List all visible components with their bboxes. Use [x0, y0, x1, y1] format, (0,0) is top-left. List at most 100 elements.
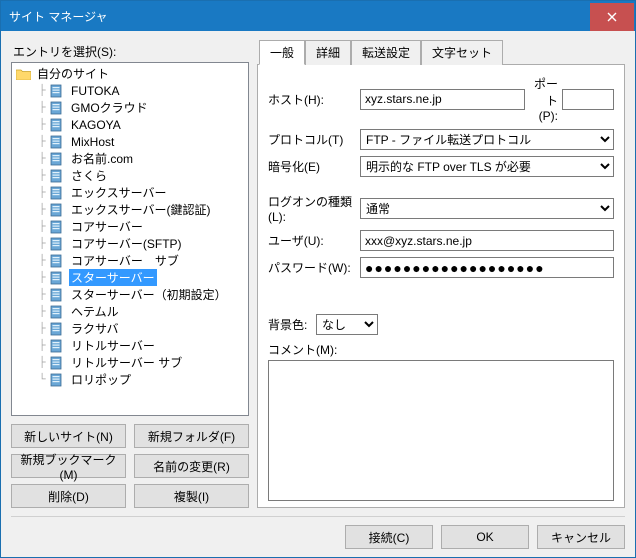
encryption-label: 暗号化(E) [268, 158, 360, 175]
tree-branch-icon: ├ [34, 204, 50, 215]
tree-branch-icon: ├ [34, 272, 50, 283]
tab-general[interactable]: 一般 [259, 40, 305, 65]
protocol-select[interactable]: FTP - ファイル転送プロトコル [360, 129, 614, 150]
tree-branch-icon: ├ [34, 170, 50, 181]
logon-type-label: ログオンの種類(L): [268, 193, 360, 224]
tree-branch-icon: ├ [34, 306, 50, 317]
server-icon [50, 237, 66, 251]
tab-transfer[interactable]: 転送設定 [351, 40, 421, 65]
tree-branch-icon: ├ [34, 238, 50, 249]
tree-branch-icon: ├ [34, 357, 50, 368]
server-icon [50, 203, 66, 217]
tree-site-item[interactable]: ├MixHost [12, 133, 248, 150]
user-input[interactable] [360, 230, 614, 251]
tree-site-label: エックスサーバー [69, 184, 169, 201]
tree-site-item[interactable]: ├コアサーバー サブ [12, 252, 248, 269]
tree-site-item[interactable]: ├ FUTOKA [12, 82, 248, 99]
password-input[interactable]: ●●●●●●●●●●●●●●●●●●● [360, 257, 614, 278]
duplicate-button[interactable]: 複製(I) [134, 484, 249, 508]
ok-button[interactable]: OK [441, 525, 529, 549]
tree-site-item[interactable]: ├コアサーバー(SFTP) [12, 235, 248, 252]
server-icon [50, 322, 66, 336]
password-label: パスワード(W): [268, 259, 360, 276]
tree-branch-icon: ├ [34, 153, 50, 164]
server-icon [50, 220, 66, 234]
comment-textarea[interactable] [268, 360, 614, 501]
titlebar: サイト マネージャ [1, 1, 635, 31]
tree-site-label: GMOクラウド [69, 99, 150, 116]
server-icon [50, 373, 66, 387]
cancel-button[interactable]: キャンセル [537, 525, 625, 549]
close-button[interactable] [590, 3, 634, 31]
logon-type-select[interactable]: 通常 [360, 198, 614, 219]
tree-site-label: リトルサーバー [69, 337, 157, 354]
bgcolor-label: 背景色: [268, 316, 316, 333]
tree-site-item[interactable]: ├リトルサーバー サブ [12, 354, 248, 371]
tab-advanced[interactable]: 詳細 [305, 40, 351, 65]
host-input[interactable] [360, 89, 525, 110]
tree-branch-icon: ├ [34, 255, 50, 266]
tree-branch-icon: ├ [34, 119, 50, 130]
new-bookmark-button[interactable]: 新規ブックマーク(M) [11, 454, 126, 478]
tree-branch-icon: ├ [34, 340, 50, 351]
folder-icon [16, 68, 32, 80]
tree-branch-icon: ├ [34, 136, 50, 147]
tree-branch-icon: ├ [34, 102, 50, 113]
tab-charset[interactable]: 文字セット [421, 40, 503, 65]
tree-site-item[interactable]: ├ エックスサーバー [12, 184, 248, 201]
tree-site-label: ヘテムル [69, 303, 121, 320]
tree-site-item[interactable]: └ロリポップ [12, 371, 248, 388]
tab-bar: 一般 詳細 転送設定 文字セット [259, 39, 625, 64]
tree-site-label: コアサーバー [69, 218, 145, 235]
port-label: ポート(P): [531, 75, 562, 123]
tree-site-label: FUTOKA [69, 84, 121, 98]
tree-site-label: さくら [69, 167, 109, 184]
tree-site-item[interactable]: ├ コアサーバー [12, 218, 248, 235]
server-icon [50, 118, 66, 132]
rename-button[interactable]: 名前の変更(R) [134, 454, 249, 478]
tree-site-label: お名前.com [69, 150, 135, 167]
tree-root-label: 自分のサイト [35, 65, 111, 82]
tree-site-label: スターサーバー（初期設定） [69, 286, 229, 303]
general-panel: ホスト(H): ポート(P): プロトコル(T) FTP - ファイル転送プロト… [257, 64, 625, 508]
tree-site-label: KAGOYA [69, 118, 123, 132]
tree-site-item[interactable]: ├スターサーバー [12, 269, 248, 286]
server-icon [50, 169, 66, 183]
bgcolor-select[interactable]: なし [316, 314, 378, 335]
tree-branch-icon: ├ [34, 289, 50, 300]
server-icon [50, 186, 66, 200]
site-tree[interactable]: 自分のサイト├FUTOKA├GMOクラウド├KAGOYA├MixHost├お名前… [11, 62, 249, 416]
server-icon [50, 84, 66, 98]
left-pane: エントリを選択(S): 自分のサイト├FUTOKA├GMOクラウド├KAGOYA… [11, 39, 249, 508]
tree-site-item[interactable]: ├ GMOクラウド [12, 99, 248, 116]
tree-site-item[interactable]: ├ さくら [12, 167, 248, 184]
tree-site-item[interactable]: ├ラクサバ [12, 320, 248, 337]
tree-site-item[interactable]: ├ エックスサーバー(鍵認証) [12, 201, 248, 218]
tree-site-item[interactable]: ├ リトルサーバー [12, 337, 248, 354]
site-manager-window: サイト マネージャ エントリを選択(S): 自分のサイト├FUTOKA├GMOク… [0, 0, 636, 558]
new-folder-button[interactable]: 新規フォルダ(F) [134, 424, 249, 448]
new-site-button[interactable]: 新しいサイト(N) [11, 424, 126, 448]
tree-branch-icon: └ [34, 374, 50, 385]
port-input[interactable] [562, 89, 614, 110]
delete-button[interactable]: 削除(D) [11, 484, 126, 508]
tree-site-item[interactable]: ├ ヘテムル [12, 303, 248, 320]
protocol-label: プロトコル(T) [268, 131, 360, 148]
server-icon [50, 271, 66, 285]
encryption-select[interactable]: 明示的な FTP over TLS が必要 [360, 156, 614, 177]
server-icon [50, 135, 66, 149]
tree-site-item[interactable]: ├ お名前.com [12, 150, 248, 167]
server-icon [50, 356, 66, 370]
server-icon [50, 101, 66, 115]
server-icon [50, 152, 66, 166]
tree-root[interactable]: 自分のサイト [12, 65, 248, 82]
tree-branch-icon: ├ [34, 221, 50, 232]
tree-site-item[interactable]: ├ スターサーバー（初期設定） [12, 286, 248, 303]
tree-site-label: エックスサーバー(鍵認証) [69, 201, 213, 218]
dialog-footer: 接続(C) OK キャンセル [1, 517, 635, 557]
tree-branch-icon: ├ [34, 323, 50, 334]
tree-branch-icon: ├ [34, 85, 50, 96]
connect-button[interactable]: 接続(C) [345, 525, 433, 549]
tree-branch-icon: ├ [34, 187, 50, 198]
tree-site-item[interactable]: ├ KAGOYA [12, 116, 248, 133]
